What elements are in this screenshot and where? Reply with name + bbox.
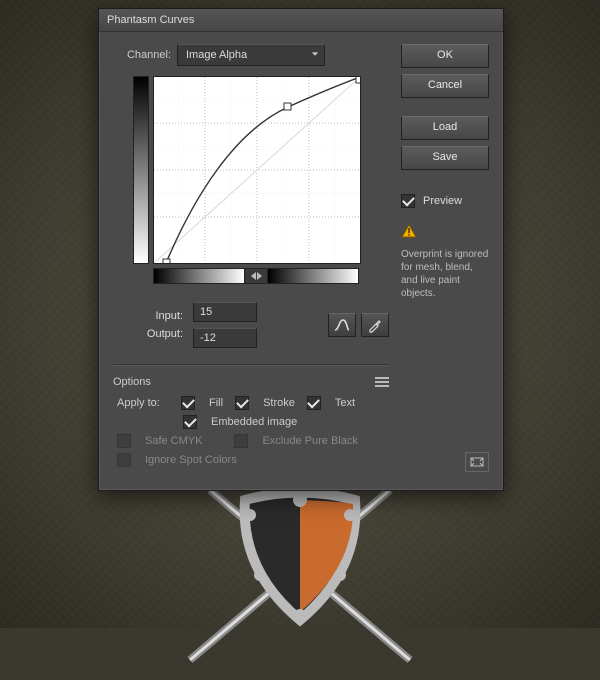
output-label: Output:: [147, 328, 183, 340]
embedded-label: Embedded image: [211, 416, 297, 428]
stroke-checkbox[interactable]: [235, 396, 249, 410]
embedded-checkbox[interactable]: [183, 415, 197, 429]
text-label: Text: [335, 397, 355, 409]
channel-value: Image Alpha: [186, 49, 247, 61]
expand-button[interactable]: [465, 452, 489, 472]
fill-label: Fill: [209, 397, 223, 409]
gradient-flip-button[interactable]: [245, 268, 267, 284]
ignore-spot-checkbox[interactable]: [117, 453, 131, 467]
preview-checkbox[interactable]: [401, 194, 415, 208]
load-button[interactable]: Load: [401, 116, 489, 140]
dialog-title: Phantasm Curves: [107, 14, 194, 26]
divider: [113, 364, 389, 366]
input-label: Input:: [155, 310, 183, 322]
options-header: Options: [113, 376, 151, 388]
channel-label: Channel:: [113, 49, 171, 61]
text-checkbox[interactable]: [307, 396, 321, 410]
cancel-button[interactable]: Cancel: [401, 74, 489, 98]
vertical-gradient-strip: [133, 76, 149, 264]
overprint-note: Overprint is ignored for mesh, blend, an…: [401, 248, 489, 300]
output-field[interactable]: -12: [193, 328, 257, 348]
eyedropper-button[interactable]: [361, 313, 389, 337]
curve-tool-button[interactable]: [328, 313, 356, 337]
dropdown-caret-icon: [310, 49, 320, 59]
exclude-black-label: Exclude Pure Black: [262, 435, 357, 447]
input-field[interactable]: 15: [193, 302, 257, 322]
curves-graph[interactable]: [153, 76, 361, 264]
h-gradient-right: [267, 268, 359, 284]
save-button[interactable]: Save: [401, 146, 489, 170]
exclude-black-checkbox[interactable]: [234, 434, 248, 448]
dialog-titlebar[interactable]: Phantasm Curves: [99, 9, 503, 32]
phantasm-curves-dialog: Phantasm Curves Channel: Image Alpha: [98, 8, 504, 491]
h-gradient-left: [153, 268, 245, 284]
apply-to-label: Apply to:: [117, 397, 169, 409]
horizontal-gradient-row: [153, 268, 359, 284]
options-menu-icon[interactable]: [375, 377, 389, 387]
safe-cmyk-checkbox[interactable]: [117, 434, 131, 448]
stroke-label: Stroke: [263, 397, 295, 409]
preview-label: Preview: [423, 195, 462, 207]
channel-select[interactable]: Image Alpha: [177, 44, 325, 66]
ignore-spot-label: Ignore Spot Colors: [145, 454, 237, 466]
ok-button[interactable]: OK: [401, 44, 489, 68]
fill-checkbox[interactable]: [181, 396, 195, 410]
warning-icon: [401, 224, 417, 238]
safe-cmyk-label: Safe CMYK: [145, 435, 202, 447]
